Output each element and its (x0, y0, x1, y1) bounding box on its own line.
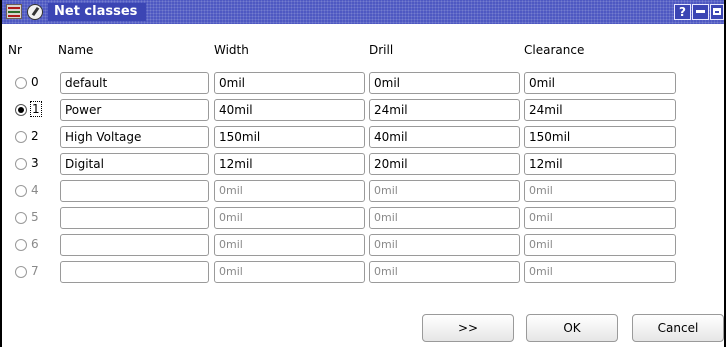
clearance-field[interactable]: 12mil (524, 153, 676, 175)
net-classes-dialog: Net classes ? Nr Name Width Drill Cleara… (0, 0, 726, 347)
row-number: 3 (31, 156, 39, 170)
width-field[interactable]: 0mil (214, 180, 365, 202)
clearance-field[interactable]: 0mil (524, 72, 676, 94)
width-field[interactable]: 12mil (214, 153, 365, 175)
name-field[interactable]: Power (60, 99, 209, 121)
width-field[interactable]: 0mil (214, 207, 365, 229)
ok-button[interactable]: OK (526, 314, 618, 342)
name-field[interactable] (60, 180, 209, 202)
clearance-field[interactable]: 24mil (524, 99, 676, 121)
row-number: 1 (30, 101, 42, 117)
window-title: Net classes (54, 4, 138, 19)
drill-field[interactable]: 0mil (369, 72, 520, 94)
header-drill: Drill (369, 43, 394, 57)
more-button[interactable]: >> (422, 314, 514, 342)
clearance-field[interactable]: 150mil (524, 126, 676, 148)
header-clearance: Clearance (524, 43, 585, 57)
drill-field[interactable]: 24mil (369, 99, 520, 121)
header-nr: Nr (8, 43, 22, 57)
drill-field[interactable]: 20mil (369, 153, 520, 175)
help-button[interactable]: ? (674, 4, 691, 20)
name-field[interactable] (60, 234, 209, 256)
title-bar[interactable]: Net classes ? (2, 0, 724, 24)
drill-field[interactable]: 0mil (369, 207, 520, 229)
row-radio[interactable] (15, 131, 27, 143)
clearance-field[interactable]: 0mil (524, 180, 676, 202)
row-number: 2 (31, 129, 39, 143)
name-field[interactable] (60, 207, 209, 229)
row-number: 6 (31, 237, 39, 251)
board-icon[interactable] (6, 4, 22, 19)
drill-field[interactable]: 0mil (369, 234, 520, 256)
row-radio[interactable] (15, 212, 27, 224)
width-field[interactable]: 40mil (214, 99, 365, 121)
row-number: 4 (31, 183, 39, 197)
name-field[interactable]: default (60, 72, 209, 94)
name-field[interactable]: Digital (60, 153, 209, 175)
maximize-button[interactable] (710, 4, 724, 20)
clearance-field[interactable]: 0mil (524, 234, 676, 256)
drill-field[interactable]: 0mil (369, 180, 520, 202)
width-field[interactable]: 0mil (214, 72, 365, 94)
clearance-field[interactable]: 0mil (524, 261, 676, 283)
drill-field[interactable]: 40mil (369, 126, 520, 148)
name-field[interactable]: High Voltage (60, 126, 209, 148)
width-field[interactable]: 150mil (214, 126, 365, 148)
row-number: 0 (31, 75, 39, 89)
minimize-button[interactable] (692, 4, 709, 20)
drill-field[interactable]: 0mil (369, 261, 520, 283)
row-radio[interactable] (15, 77, 27, 89)
width-field[interactable]: 0mil (214, 234, 365, 256)
row-radio[interactable] (15, 104, 27, 116)
cancel-button[interactable]: Cancel (632, 314, 724, 342)
maximize-icon (713, 8, 721, 15)
row-radio[interactable] (15, 158, 27, 170)
clearance-field[interactable]: 0mil (524, 207, 676, 229)
row-radio[interactable] (15, 239, 27, 251)
header-width: Width (214, 43, 249, 57)
width-field[interactable]: 0mil (214, 261, 365, 283)
minimize-icon (696, 10, 705, 13)
header-name: Name (58, 43, 94, 57)
row-number: 5 (31, 210, 39, 224)
row-radio[interactable] (15, 185, 27, 197)
pin-icon[interactable] (27, 4, 43, 20)
row-radio[interactable] (15, 266, 27, 278)
name-field[interactable] (60, 261, 209, 283)
row-number: 7 (31, 264, 39, 278)
